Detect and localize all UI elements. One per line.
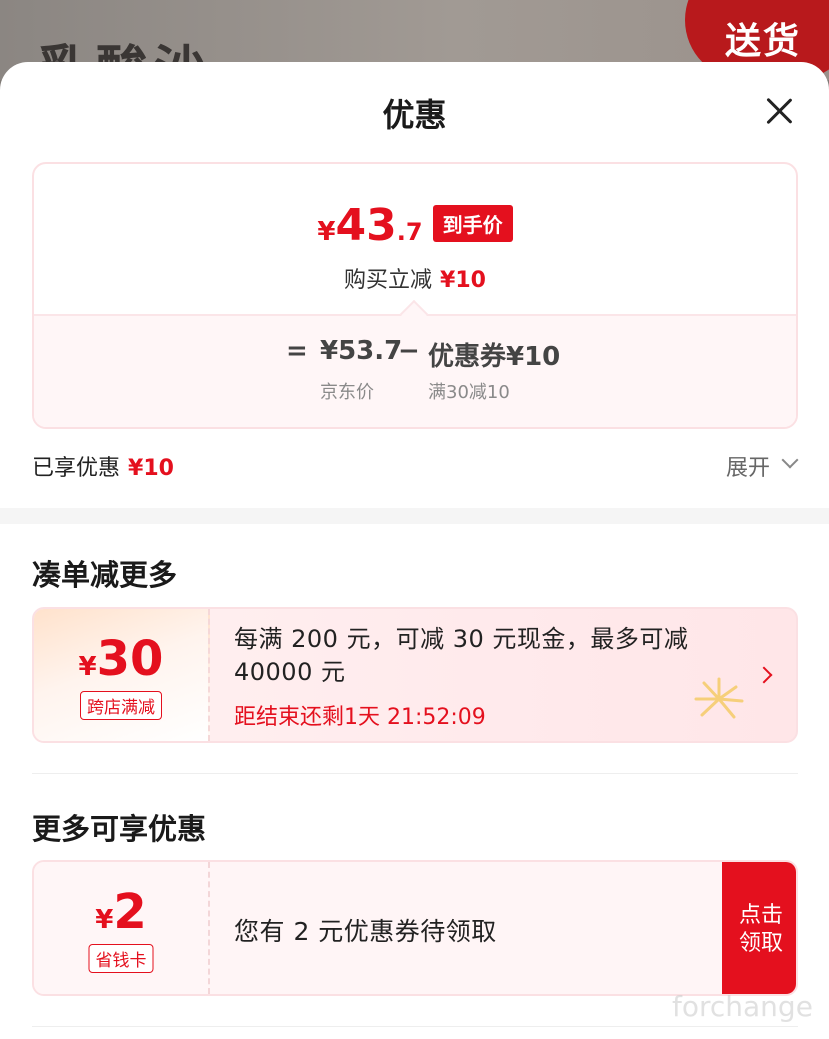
price-formula-section: = ¥53.7 − 优惠券¥10 京东价 满30减10 — [34, 314, 796, 427]
price-integer: 43 — [335, 200, 397, 251]
firework-decoration-icon — [694, 677, 744, 719]
enjoyed-value: ¥10 — [128, 456, 174, 481]
watermark: forchange — [672, 990, 813, 1023]
coupon-value: 优惠券¥10 — [428, 342, 561, 372]
coupon-amount: ¥2 — [34, 884, 208, 940]
instant-reduce-value: ¥10 — [440, 268, 486, 293]
promo-amount-value: 30 — [96, 631, 164, 687]
instant-reduce-row: 购买立减 ¥10 — [34, 262, 796, 294]
chevron-down-icon[interactable] — [781, 451, 799, 469]
discount-sheet: 优惠 ¥43.7 到手价 购买立减 ¥10 = ¥53.7 − 优惠券¥10 京东价… — [0, 62, 829, 1039]
claim-label-line2: 领取 — [738, 931, 783, 956]
currency-symbol: ¥ — [317, 217, 336, 247]
equals-sign: = — [286, 336, 308, 366]
instant-reduce-label: 购买立减 — [344, 268, 433, 293]
jd-price-label: 京东价 — [320, 382, 374, 403]
money-saving-card-coupon: ¥2 省钱卡 您有 2 元优惠券待领取 点击 领取 — [32, 860, 798, 996]
enjoyed-label: 已享优惠 — [32, 456, 121, 481]
delivery-badge-text: 送货 — [725, 21, 802, 62]
coupon-description: 您有 2 元优惠券待领取 — [234, 917, 497, 946]
promo-amount: ¥30 — [34, 631, 208, 687]
expand-button[interactable]: 展开 — [726, 450, 770, 482]
coupon-amount-value: 2 — [113, 884, 147, 940]
section-title-more-offers: 更多可享优惠 — [32, 812, 207, 846]
price-breakdown-card: ¥43.7 到手价 购买立减 ¥10 = ¥53.7 − 优惠券¥10 京东价 满3… — [32, 162, 798, 429]
promo-currency: ¥ — [78, 652, 97, 682]
section-divider — [0, 508, 829, 524]
divider-bottom — [32, 1026, 798, 1027]
promo-amount-panel: ¥30 跨店满减 — [34, 609, 210, 741]
promo-type-badge: 跨店满减 — [80, 691, 162, 720]
final-price: ¥43.7 到手价 — [34, 200, 796, 251]
claim-coupon-button[interactable]: 点击 领取 — [722, 862, 796, 994]
claim-label-line1: 点击 — [738, 903, 783, 928]
jd-price-value: ¥53.7 — [320, 336, 403, 366]
chevron-right-icon[interactable] — [755, 666, 773, 684]
minus-sign: − — [398, 336, 420, 366]
coupon-type-badge: 省钱卡 — [88, 944, 154, 973]
coupon-currency: ¥ — [95, 905, 114, 935]
sheet-title: 优惠 — [382, 96, 447, 134]
divider — [32, 773, 798, 774]
final-price-tag: 到手价 — [432, 205, 513, 242]
close-icon[interactable] — [760, 92, 798, 130]
final-price-section: ¥43.7 到手价 购买立减 ¥10 — [34, 164, 796, 314]
cross-store-promo-card[interactable]: ¥30 跨店满减 每满 200 元，可减 30 元现金，最多可减 40000 元… — [32, 607, 798, 743]
promo-description: 每满 200 元，可减 30 元现金，最多可减 40000 元 — [234, 625, 689, 686]
price-decimal: .7 — [396, 218, 423, 246]
coupon-condition: 满30减10 — [428, 382, 510, 403]
promo-countdown: 距结束还剩1天 21:52:09 — [234, 705, 486, 730]
coupon-amount-panel: ¥2 省钱卡 — [34, 862, 210, 994]
section-title-more-reduce: 凑单减更多 — [32, 558, 178, 592]
enjoyed-discount: 已享优惠 ¥10 — [32, 450, 174, 482]
